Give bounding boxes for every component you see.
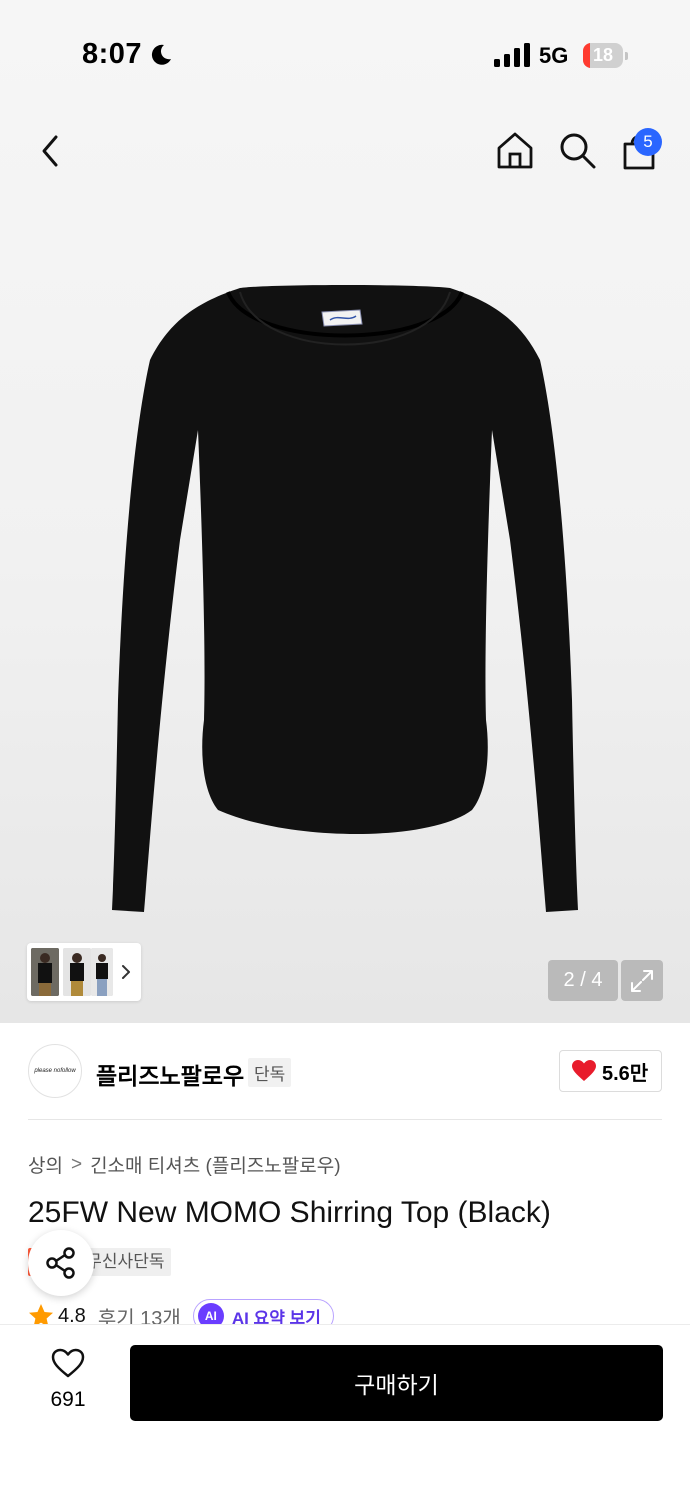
thumbnail-3[interactable] <box>91 948 113 996</box>
breadcrumb-category[interactable]: 상의 <box>28 1151 63 1178</box>
breadcrumb-subcategory[interactable]: 긴소매 티셔츠 (플리즈노팔로우) <box>90 1151 340 1178</box>
brand-like-count: 5.6만 <box>602 1062 649 1085</box>
chevron-right-icon[interactable] <box>118 962 134 982</box>
heart-icon <box>572 1060 596 1081</box>
expand-icon <box>631 969 653 992</box>
product-image[interactable] <box>100 280 590 920</box>
product-title: 25FW New MOMO Shirring Top (Black) <box>28 1196 551 1229</box>
share-button[interactable] <box>28 1230 94 1296</box>
home-icon <box>497 132 533 169</box>
moon-icon <box>151 44 171 65</box>
battery-indicator: 18 <box>583 43 623 68</box>
breadcrumb: 상의 > 긴소매 티셔츠 (플리즈노팔로우) <box>28 1151 341 1178</box>
share-icon <box>46 1247 75 1279</box>
image-pager: 2 / 4 <box>548 960 618 1001</box>
heart-outline-icon <box>51 1348 85 1378</box>
thumbnail-2[interactable] <box>63 948 91 996</box>
signal-icon <box>494 43 530 67</box>
wishlist-count: 691 <box>50 1388 86 1411</box>
back-button[interactable] <box>28 130 70 172</box>
home-button[interactable] <box>494 128 536 172</box>
buy-button[interactable]: 구매하기 <box>130 1345 663 1421</box>
breadcrumb-separator: > <box>70 1153 83 1175</box>
brand-exclusive-tag: 단독 <box>248 1058 292 1087</box>
search-icon <box>560 133 596 169</box>
brand-logo[interactable]: please nofollow <box>28 1044 82 1098</box>
expand-button[interactable] <box>621 960 663 1001</box>
search-button[interactable] <box>555 128 599 172</box>
thumbnail-image <box>31 948 59 996</box>
wishlist-button[interactable]: 691 <box>36 1348 100 1418</box>
battery-level: 18 <box>592 45 614 65</box>
thumbnail-image <box>91 948 113 996</box>
battery-cap <box>625 52 628 60</box>
divider <box>28 1119 662 1120</box>
thumbnail-image <box>63 948 91 996</box>
back-icon <box>42 135 58 167</box>
network-label: 5G <box>539 43 569 68</box>
thumbnail-1[interactable] <box>31 948 59 996</box>
brand-like-button[interactable]: 5.6만 <box>559 1050 662 1092</box>
status-time: 8:07 <box>82 38 143 70</box>
cart-count-badge: 5 <box>634 128 662 156</box>
brand-name[interactable]: 플리즈노팔로우 <box>96 1057 244 1091</box>
status-bar: 8:07 5G 18 <box>0 0 690 110</box>
